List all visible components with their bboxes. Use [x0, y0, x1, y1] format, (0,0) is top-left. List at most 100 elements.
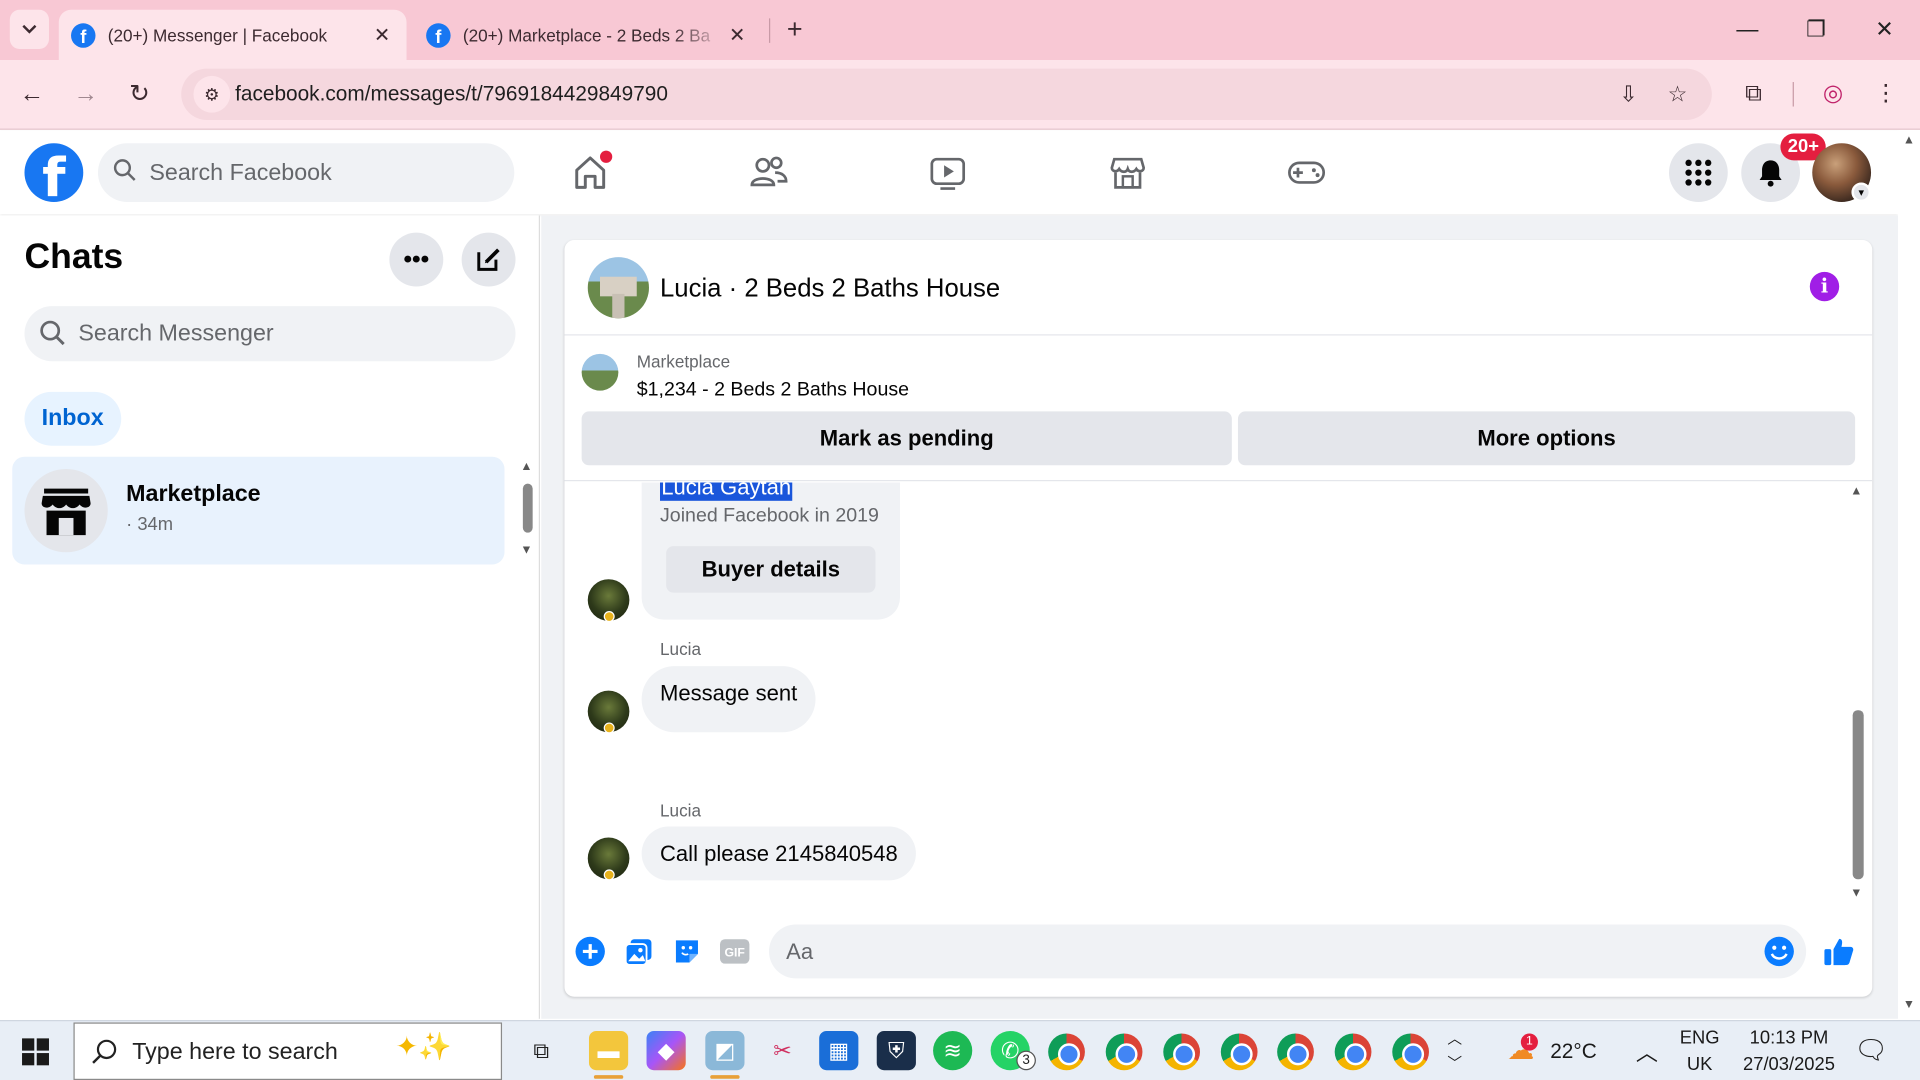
- spotify-icon[interactable]: ≋: [933, 1031, 973, 1071]
- scroll-up-icon[interactable]: ▲: [1850, 485, 1862, 498]
- chrome-profile-icon[interactable]: [1334, 1033, 1372, 1071]
- chevron-down-icon[interactable]: ▾: [1851, 182, 1872, 203]
- snipping-tool-icon[interactable]: ✂: [763, 1031, 802, 1070]
- nav-friends[interactable]: [744, 148, 793, 197]
- facebook-logo-icon[interactable]: f: [24, 143, 84, 203]
- facebook-favicon-icon: f: [71, 22, 96, 48]
- tab-search-button[interactable]: [9, 9, 49, 49]
- security-app-icon[interactable]: ⛨: [876, 1031, 916, 1071]
- more-actions-button[interactable]: [574, 936, 606, 968]
- chat-time: · 34m: [126, 514, 174, 536]
- close-window-button[interactable]: ✕: [1864, 12, 1906, 46]
- gif-button[interactable]: GIF: [719, 936, 751, 968]
- url-text[interactable]: facebook.com/messages/t/7969184429849790: [235, 82, 668, 106]
- messages-scrollbar-thumb[interactable]: [1852, 710, 1864, 880]
- nav-home[interactable]: [566, 148, 615, 197]
- reload-button[interactable]: ↻: [120, 75, 159, 114]
- new-tab-button[interactable]: +: [779, 14, 811, 47]
- mark-as-pending-button[interactable]: Mark as pending: [581, 411, 1232, 466]
- inbox-filter-tab[interactable]: Inbox: [24, 391, 121, 446]
- grid-menu-icon: [1685, 159, 1712, 186]
- more-options-button[interactable]: More options: [1237, 411, 1856, 466]
- forward-button[interactable]: →: [66, 75, 105, 114]
- sender-avatar[interactable]: [587, 690, 630, 734]
- address-bar[interactable]: ⚙ facebook.com/messages/t/79691844298497…: [181, 68, 1712, 121]
- install-app-icon[interactable]: ⇩: [1614, 80, 1643, 109]
- emoji-button[interactable]: [1763, 936, 1795, 968]
- chrome-profile-icon[interactable]: [1105, 1033, 1143, 1071]
- show-hidden-icons-icon[interactable]: ︿: [1636, 1036, 1658, 1068]
- back-button[interactable]: ←: [12, 75, 51, 114]
- messenger-search-input[interactable]: Search Messenger: [24, 306, 516, 362]
- microsoft-store-icon[interactable]: ▦: [819, 1031, 859, 1071]
- file-explorer-icon[interactable]: ▬: [588, 1031, 629, 1079]
- tab-marketplace[interactable]: f (20+) Marketplace - 2 Beds 2 Ba ✕: [414, 10, 762, 60]
- taskbar-scroll-arrows-icon[interactable]: ︿ ﹀: [1445, 1026, 1465, 1075]
- tab-title: (20+) Marketplace - 2 Beds 2 Ba: [462, 25, 711, 45]
- temperature-text[interactable]: 22°C: [1550, 1040, 1597, 1064]
- chrome-profile-icon[interactable]: [1392, 1033, 1429, 1071]
- profile-icon[interactable]: ◎: [1816, 77, 1850, 111]
- chrome-profile-icon[interactable]: [1163, 1033, 1201, 1071]
- copilot-icon[interactable]: ◆: [646, 1031, 686, 1071]
- friends-icon: [750, 156, 788, 187]
- chrome-profile-icon[interactable]: [1220, 1033, 1258, 1071]
- message-bubble[interactable]: Message sent: [641, 666, 816, 733]
- marketplace-listing-bar: Marketplace $1,234 - 2 Beds 2 Baths Hous…: [564, 337, 1873, 482]
- page-scrollbar[interactable]: ▲ ▼: [1897, 131, 1920, 1019]
- chats-sidebar: Chats ••• Search Messenger Inbox Marketp…: [0, 215, 541, 1019]
- menu-button[interactable]: [1668, 143, 1728, 203]
- clock[interactable]: 10:13 PM 27/03/2025: [1736, 1027, 1841, 1075]
- nav-video[interactable]: [923, 148, 972, 197]
- joined-text: Joined Facebook in 2019: [660, 505, 879, 527]
- chat-list-item[interactable]: Marketplace · 34m: [12, 456, 505, 565]
- attach-photo-button[interactable]: [623, 936, 655, 968]
- whatsapp-badge: 3: [1016, 1050, 1036, 1071]
- site-info-icon[interactable]: ⚙: [193, 75, 231, 113]
- info-icon[interactable]: i: [1809, 271, 1840, 302]
- thumbs-up-icon: [1824, 938, 1854, 966]
- conversation-avatar[interactable]: [587, 257, 649, 319]
- send-like-button[interactable]: [1823, 936, 1855, 968]
- notes-app-icon[interactable]: ◩: [705, 1031, 745, 1079]
- message-composer: GIF Aa: [564, 920, 1872, 984]
- nav-gaming[interactable]: [1282, 148, 1331, 197]
- scroll-up-icon[interactable]: ▲: [1903, 133, 1915, 146]
- windows-start-button[interactable]: [22, 1038, 49, 1066]
- browser-menu-icon[interactable]: ⋮: [1869, 77, 1903, 111]
- message-input[interactable]: Aa: [768, 924, 1807, 979]
- sidebar-scrollbar-thumb[interactable]: [522, 483, 533, 533]
- scroll-down-icon[interactable]: ▼: [520, 544, 532, 557]
- scroll-up-icon[interactable]: ▲: [520, 460, 532, 473]
- sender-avatar[interactable]: [587, 837, 630, 881]
- chrome-profile-icon[interactable]: [1277, 1033, 1314, 1071]
- conversation-title[interactable]: Lucia · 2 Beds 2 Baths House: [660, 274, 1000, 303]
- tab-close-icon[interactable]: ✕: [370, 23, 394, 47]
- message-placeholder: Aa: [786, 939, 814, 964]
- bookmark-star-icon[interactable]: ☆: [1663, 80, 1692, 109]
- extensions-icon[interactable]: ⧉: [1736, 77, 1770, 111]
- chrome-icon[interactable]: [1048, 1033, 1085, 1071]
- scroll-down-icon[interactable]: ▼: [1850, 887, 1862, 900]
- restore-button[interactable]: ❐: [1795, 12, 1837, 46]
- tab-messenger[interactable]: f (20+) Messenger | Facebook ✕: [58, 9, 407, 61]
- new-message-button[interactable]: [461, 232, 516, 287]
- listing-thumbnail[interactable]: [581, 353, 619, 391]
- taskbar-search-input[interactable]: Type here to search ✦✨: [73, 1022, 503, 1080]
- task-view-icon[interactable]: ⧉: [522, 1031, 561, 1070]
- chat-options-button[interactable]: •••: [389, 232, 444, 287]
- sender-avatar[interactable]: [587, 579, 630, 623]
- language-code: ENG: [1679, 1027, 1720, 1049]
- buyer-details-button[interactable]: Buyer details: [666, 546, 876, 593]
- sticker-button[interactable]: [671, 936, 703, 968]
- minimize-button[interactable]: —: [1727, 12, 1769, 46]
- nav-marketplace[interactable]: [1103, 148, 1152, 197]
- message-bubble[interactable]: Call please 2145840548: [641, 826, 917, 881]
- tab-close-icon[interactable]: ✕: [725, 23, 749, 47]
- facebook-search-input[interactable]: Search Facebook: [97, 143, 515, 203]
- notification-center-icon[interactable]: 🗨: [1851, 1031, 1890, 1070]
- language-indicator[interactable]: ENG UK: [1678, 1027, 1722, 1075]
- scroll-down-icon[interactable]: ▼: [1903, 998, 1915, 1011]
- listing-title[interactable]: $1,234 - 2 Beds 2 Baths House: [637, 380, 909, 402]
- buyer-name: Lucia Gaytan: [660, 482, 793, 501]
